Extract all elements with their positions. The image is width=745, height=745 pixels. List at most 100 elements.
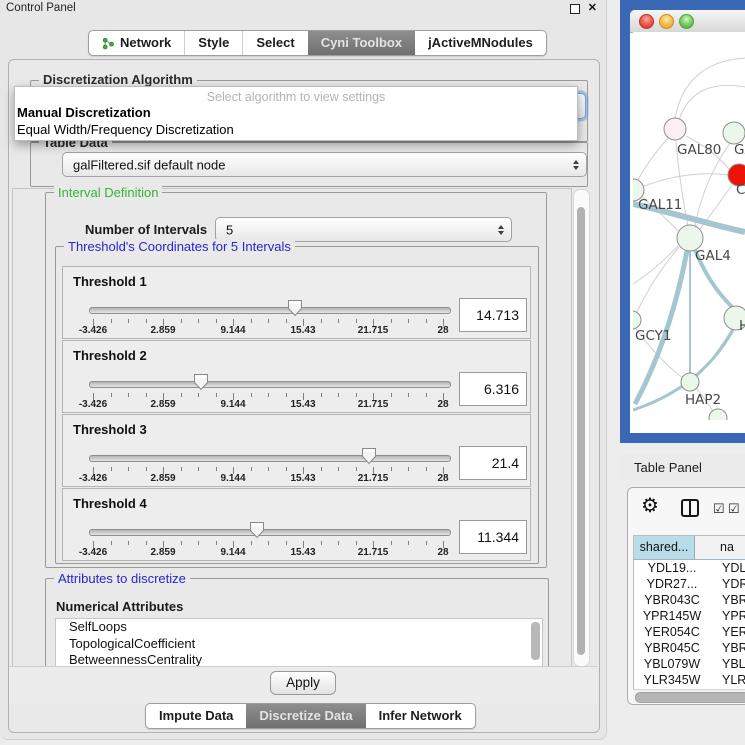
- zoom-traffic-light-icon[interactable]: [679, 14, 694, 29]
- table-cell[interactable]: YER054C: [634, 624, 710, 640]
- network-node-label: C: [736, 182, 745, 198]
- table-cell[interactable]: YPR145W: [634, 608, 710, 624]
- threshold-3-panel: Threshold 3 -3.4262.8599.14415.4321.7152…: [62, 414, 531, 487]
- table-cell[interactable]: YER0: [710, 624, 745, 640]
- table-cell[interactable]: YLR3: [710, 672, 745, 688]
- table-cell[interactable]: YBL0: [710, 656, 745, 672]
- network-edge[interactable]: [679, 85, 745, 120]
- network-edge[interactable]: [644, 174, 728, 186]
- algorithm-option-manual[interactable]: Manual Discretization: [15, 104, 577, 121]
- num-intervals-stepper[interactable]: [498, 225, 504, 235]
- table-row[interactable]: YDL19...YDL1: [634, 560, 745, 576]
- slider-tick-label: 21.715: [358, 547, 389, 558]
- table-row[interactable]: YER054CYER0: [634, 624, 745, 640]
- attributes-group-title: Attributes to discretize: [54, 571, 190, 586]
- network-node-label: GA: [734, 142, 745, 158]
- bottom-tabbar: Impute Data Discretize Data Infer Networ…: [145, 703, 476, 729]
- table-cell[interactable]: YLR345W: [634, 672, 710, 688]
- minimize-traffic-light-icon[interactable]: [659, 14, 674, 29]
- screenshot-stage: Control Panel ✕ Network Style Select C: [0, 0, 745, 745]
- table-row[interactable]: YPR145WYPR1: [634, 608, 745, 624]
- slider-tick-label: 9.144: [220, 473, 245, 484]
- table-data-combobox-stepper[interactable]: [573, 160, 579, 170]
- tab-discretize-data[interactable]: Discretize Data: [246, 704, 365, 728]
- algorithm-option-equal-width[interactable]: Equal Width/Frequency Discretization: [15, 121, 577, 138]
- slider-tick-label: 21.715: [358, 325, 389, 336]
- tab-jactivemnodules[interactable]: jActiveMNodules: [415, 31, 546, 55]
- close-traffic-light-icon[interactable]: [639, 14, 654, 29]
- split-columns-icon[interactable]: [681, 499, 699, 517]
- close-icon[interactable]: ✕: [588, 1, 597, 14]
- slider-tick-label: 9.144: [220, 325, 245, 336]
- slider-tick-label: 9.144: [220, 399, 245, 410]
- threshold-1-value-field[interactable]: 14.713: [459, 298, 527, 332]
- table-row[interactable]: YDR27...YDR2: [634, 576, 745, 592]
- table-cell[interactable]: YDR27...: [634, 576, 710, 592]
- tab-select[interactable]: Select: [242, 31, 307, 55]
- network-node[interactable]: [664, 118, 686, 140]
- slider-tick-label: 28: [437, 399, 448, 410]
- network-node-label: GAL11: [638, 197, 682, 213]
- top-tabbar: Network Style Select Cyni Toolbox jActiv…: [88, 30, 547, 56]
- tab-network[interactable]: Network: [89, 31, 184, 55]
- table-cell[interactable]: YBR0: [710, 640, 745, 656]
- column-header-name[interactable]: na: [695, 536, 745, 559]
- network-graph: GAL80GACGAL11GAL4GCY1HHAP2: [633, 32, 745, 420]
- list-item[interactable]: SelfLoops: [56, 619, 542, 636]
- table-row[interactable]: YBR045CYBR0: [634, 640, 745, 656]
- table-cell[interactable]: YBR043C: [634, 592, 710, 608]
- network-node[interactable]: [723, 122, 745, 144]
- threshold-4-value-field[interactable]: 11.344: [459, 520, 527, 554]
- slider-tick-label: -3.426: [79, 547, 107, 558]
- network-node-label: HAP2: [685, 392, 721, 408]
- list-item[interactable]: TopologicalCoefficient: [56, 636, 542, 653]
- checkbox-icon[interactable]: ☑: [728, 502, 740, 515]
- threshold-2-value-field[interactable]: 6.316: [459, 372, 527, 406]
- network-view-window: GAL80GACGAL11GAL4GCY1HHAP2: [630, 10, 745, 433]
- table-cell[interactable]: YBR0: [710, 592, 745, 608]
- column-header-shared-name[interactable]: shared...: [634, 536, 695, 559]
- tab-infer-network[interactable]: Infer Network: [366, 704, 475, 728]
- tab-impute-data[interactable]: Impute Data: [146, 704, 246, 728]
- network-window-titlebar[interactable]: [630, 10, 745, 33]
- checkbox-icon[interactable]: ☑: [713, 502, 725, 515]
- table-panel-titlebar[interactable]: Table Panel: [620, 454, 745, 481]
- network-edge[interactable]: [675, 58, 745, 119]
- table-horizontal-scrollbar[interactable]: [633, 689, 745, 703]
- settings-vertical-scrollbar[interactable]: [573, 189, 590, 667]
- network-canvas[interactable]: GAL80GACGAL11GAL4GCY1HHAP2: [633, 32, 745, 420]
- discretization-algorithm-group-title: Discretization Algorithm: [39, 72, 197, 87]
- slider-tick-label: -3.426: [79, 473, 107, 484]
- threshold-3-value-field[interactable]: 21.4: [459, 446, 527, 480]
- table-cell[interactable]: YDL19...: [634, 560, 710, 576]
- table-data-combobox[interactable]: galFiltered.sif default node: [62, 152, 587, 177]
- table-row[interactable]: YBL079WYBL0: [634, 656, 745, 672]
- table-hscrollbar-thumb[interactable]: [635, 692, 745, 703]
- slider-tick-label: 28: [437, 473, 448, 484]
- table-cell[interactable]: YBL079W: [634, 656, 710, 672]
- table-cell[interactable]: YDR2: [710, 576, 745, 592]
- network-node[interactable]: [633, 311, 641, 329]
- control-panel-titlebar[interactable]: Control Panel ✕: [0, 0, 606, 17]
- table-cell[interactable]: YPR1: [710, 608, 745, 624]
- table-row[interactable]: YLR345WYLR3: [634, 672, 745, 688]
- num-intervals-label: Number of Intervals: [85, 222, 207, 237]
- network-edge[interactable]: [638, 138, 668, 180]
- float-icon[interactable]: [570, 4, 580, 14]
- table-cell[interactable]: YBR045C: [634, 640, 710, 656]
- settings-scrollbar-thumb[interactable]: [577, 207, 585, 655]
- tab-style[interactable]: Style: [184, 31, 242, 55]
- table-cell[interactable]: YDL1: [710, 560, 745, 576]
- gear-icon[interactable]: ⚙: [641, 496, 659, 516]
- apply-button[interactable]: Apply: [270, 671, 336, 695]
- table-rows: YDL19...YDL1YDR27...YDR2YBR043CYBR0YPR14…: [634, 560, 745, 690]
- tab-cyni-toolbox[interactable]: Cyni Toolbox: [308, 31, 415, 55]
- network-node-label: GAL80: [677, 142, 721, 158]
- network-icon: [102, 37, 115, 50]
- network-node[interactable]: [709, 409, 727, 420]
- table-row[interactable]: YBR043CYBR0: [634, 592, 745, 608]
- numerical-attributes-list[interactable]: SelfLoops TopologicalCoefficient Between…: [55, 618, 543, 668]
- attributes-list-scrollbar[interactable]: [531, 622, 540, 660]
- network-node[interactable]: [681, 373, 699, 391]
- slider-tick-label: 9.144: [220, 547, 245, 558]
